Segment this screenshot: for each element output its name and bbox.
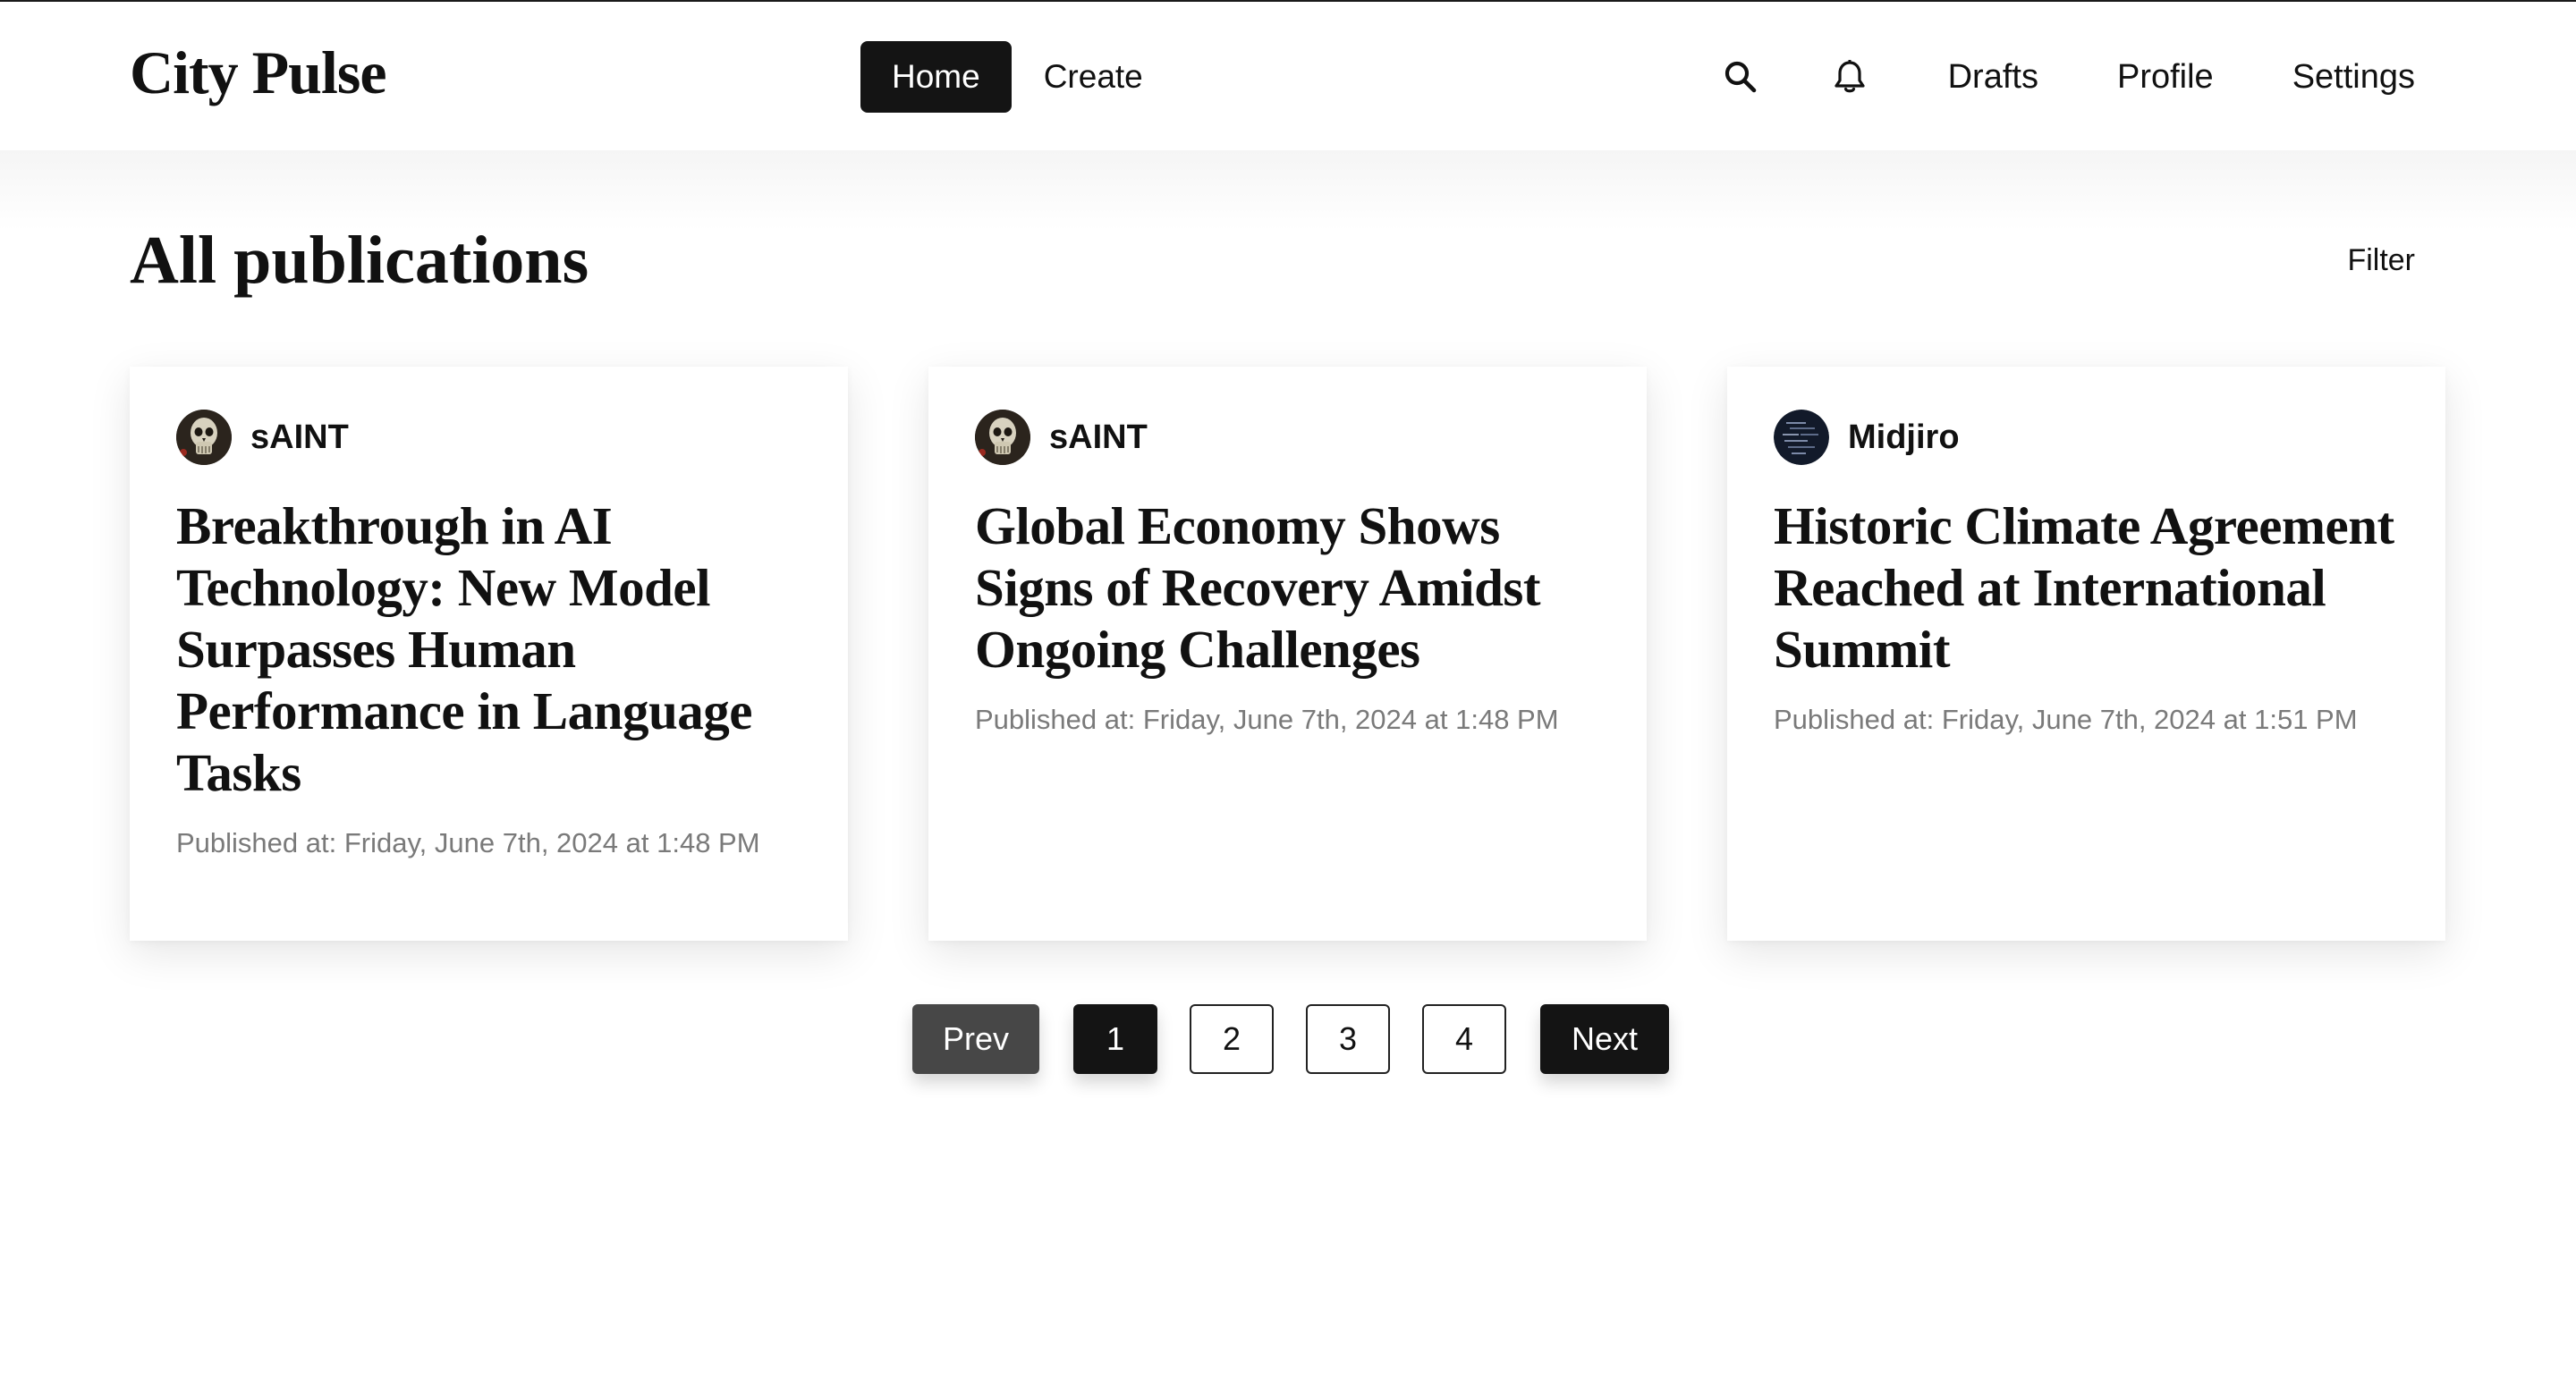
card-author: Midjiro <box>1774 410 2399 465</box>
secondary-nav: Drafts Profile Settings <box>1712 41 2415 113</box>
nav-create-button[interactable]: Create <box>1028 41 1159 113</box>
top-navbar: City Pulse Home Create Drafts Profile Se… <box>0 2 2576 150</box>
page-1-button[interactable]: 1 <box>1073 1004 1157 1074</box>
nav-home-button[interactable]: Home <box>860 41 1012 113</box>
card-title[interactable]: Global Economy Shows Signs of Recovery A… <box>975 495 1600 681</box>
publication-card[interactable]: sAINT Global Economy Shows Signs of Reco… <box>928 367 1647 941</box>
publication-card[interactable]: sAINT Breakthrough in AI Technology: New… <box>130 367 848 941</box>
pagination: Prev 1 2 3 4 Next <box>912 1004 1669 1074</box>
code-avatar[interactable] <box>1774 410 1829 465</box>
next-page-button[interactable]: Next <box>1540 1004 1669 1074</box>
author-name[interactable]: Midjiro <box>1848 418 1960 457</box>
card-author: sAINT <box>176 410 801 465</box>
publication-card[interactable]: Midjiro Historic Climate Agreement Reach… <box>1727 367 2445 941</box>
page-title: All publications <box>130 223 589 298</box>
card-title[interactable]: Breakthrough in AI Technology: New Model… <box>176 495 801 804</box>
nav-settings-link[interactable]: Settings <box>2292 58 2415 97</box>
published-date: Published at: Friday, June 7th, 2024 at … <box>975 704 1559 735</box>
nav-drafts-link[interactable]: Drafts <box>1948 58 2038 97</box>
page-3-button[interactable]: 3 <box>1306 1004 1390 1074</box>
author-name[interactable]: sAINT <box>250 418 349 457</box>
brand-logo[interactable]: City Pulse <box>130 38 387 108</box>
bell-icon[interactable] <box>1821 48 1878 106</box>
page-4-button[interactable]: 4 <box>1422 1004 1506 1074</box>
page-2-button[interactable]: 2 <box>1190 1004 1274 1074</box>
author-name[interactable]: sAINT <box>1049 418 1148 457</box>
skull-avatar[interactable] <box>176 410 232 465</box>
publication-list: sAINT Breakthrough in AI Technology: New… <box>130 367 2445 941</box>
published-date: Published at: Friday, June 7th, 2024 at … <box>1774 704 2358 735</box>
nav-profile-link[interactable]: Profile <box>2117 58 2214 97</box>
prev-page-button[interactable]: Prev <box>912 1004 1039 1074</box>
primary-nav: Home Create <box>860 41 1159 113</box>
search-icon[interactable] <box>1712 48 1769 106</box>
published-date: Published at: Friday, June 7th, 2024 at … <box>176 827 760 858</box>
card-author: sAINT <box>975 410 1600 465</box>
filter-button[interactable]: Filter <box>2347 243 2415 278</box>
card-title[interactable]: Historic Climate Agreement Reached at In… <box>1774 495 2399 681</box>
skull-avatar[interactable] <box>975 410 1030 465</box>
